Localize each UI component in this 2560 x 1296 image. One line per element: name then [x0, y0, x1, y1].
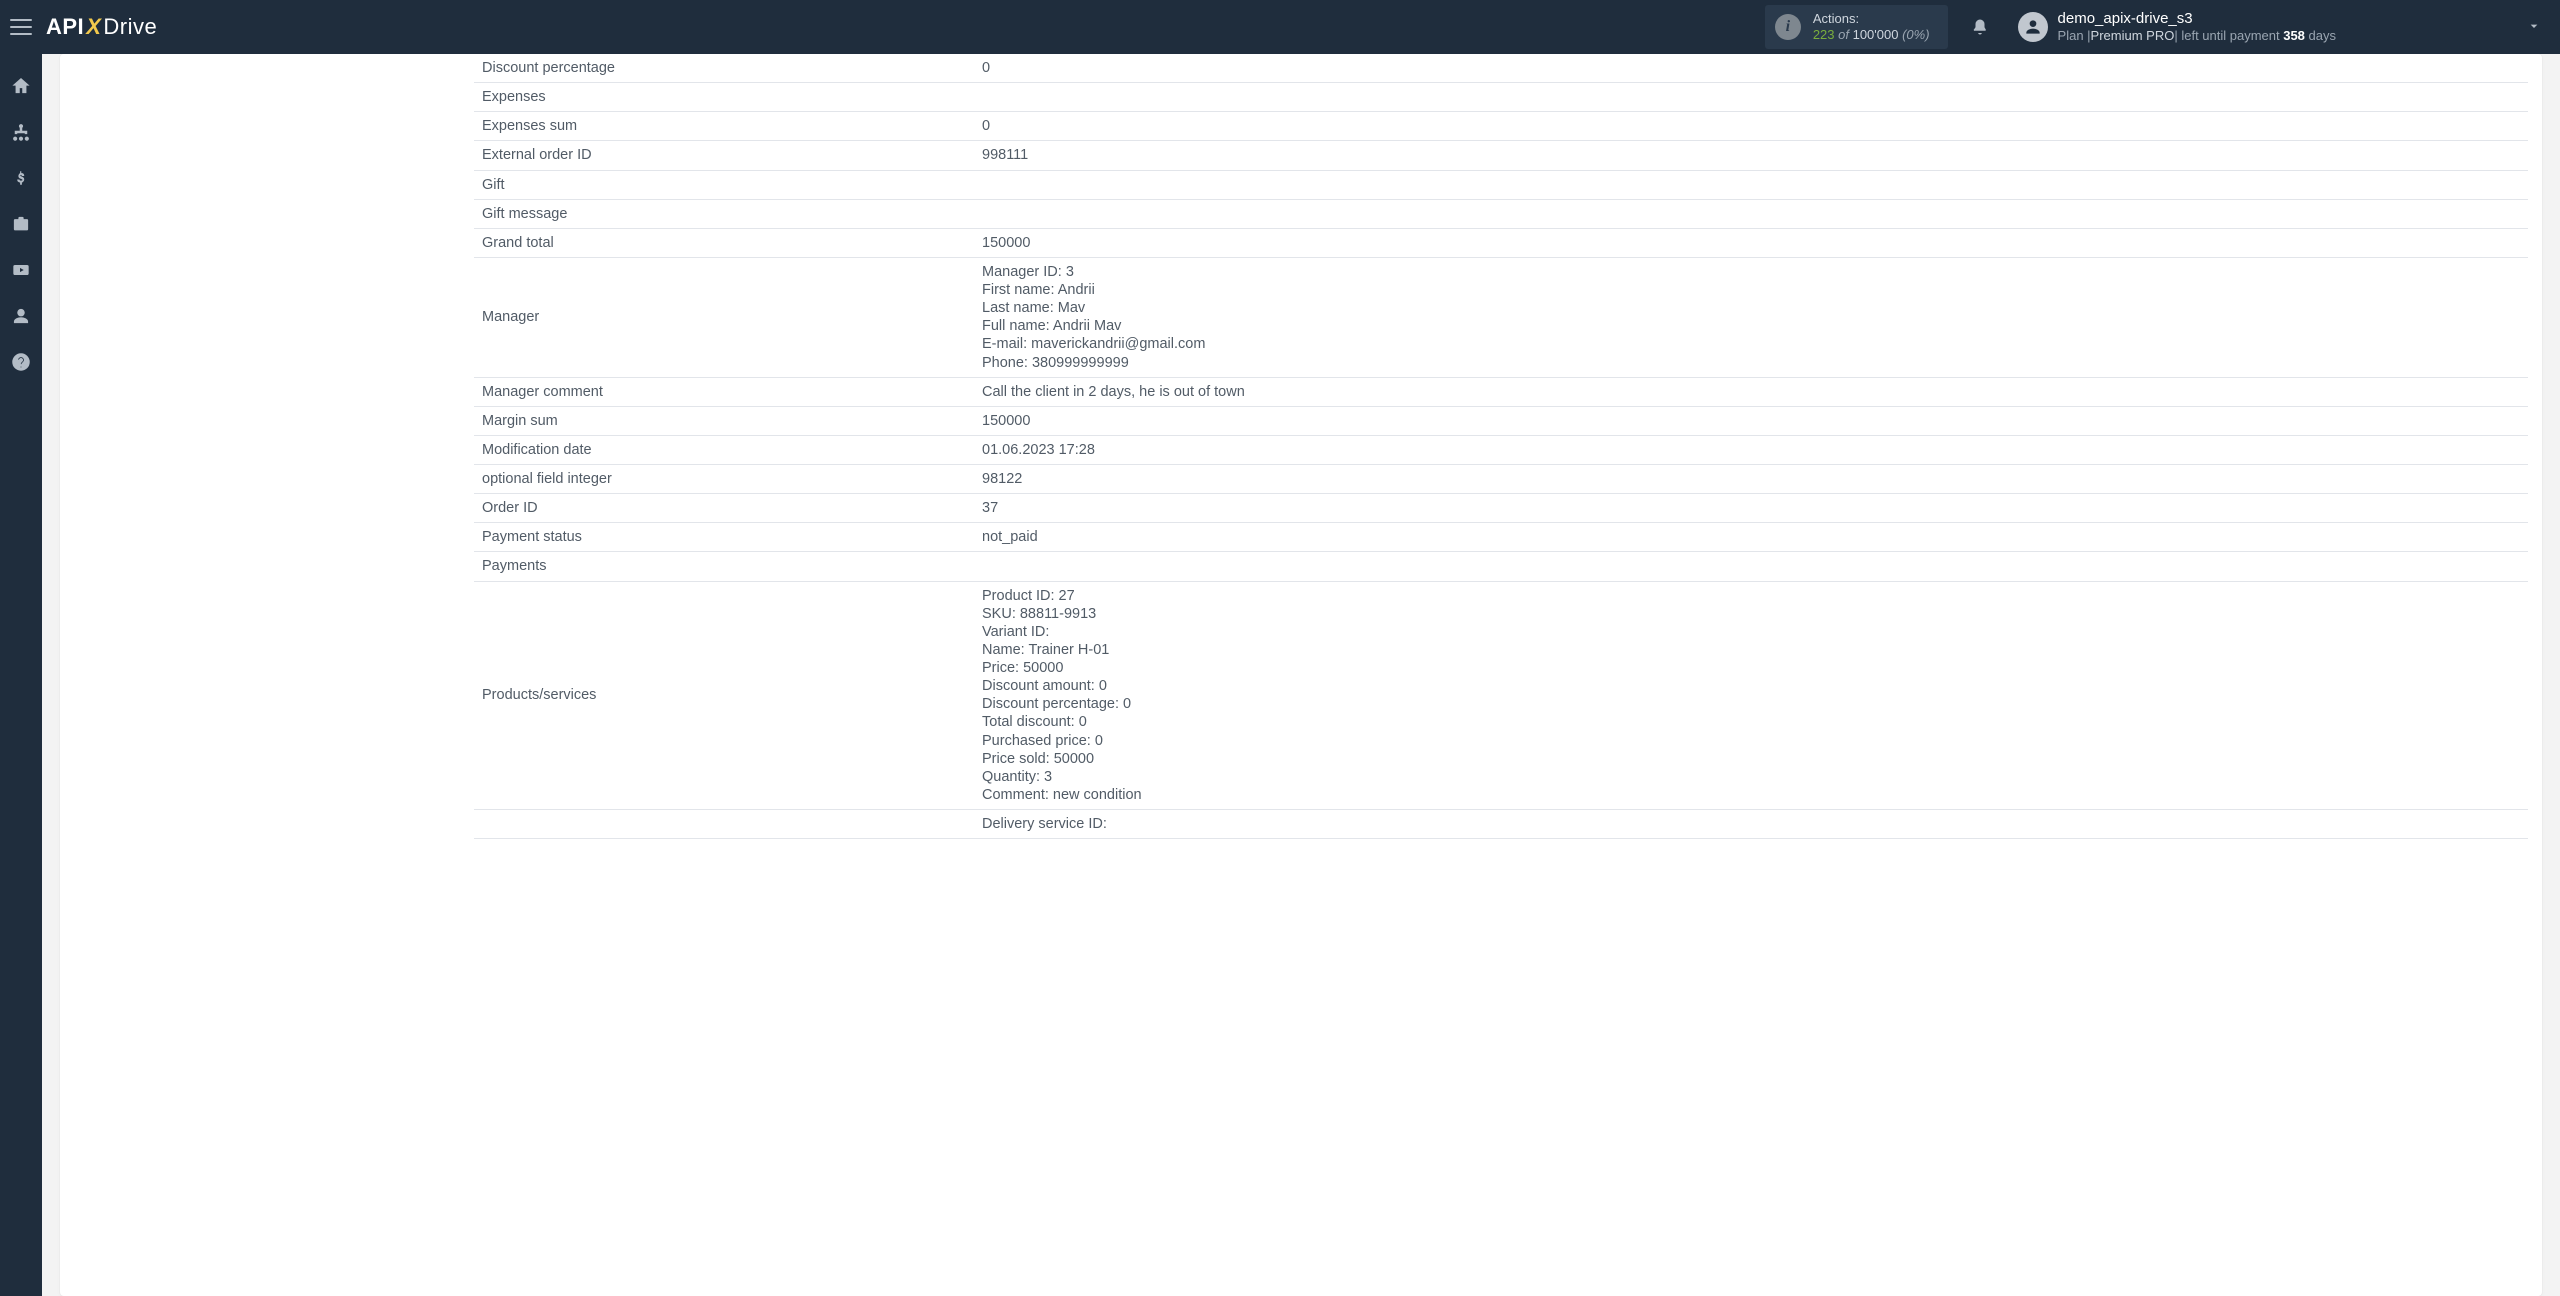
plan-sep: | left until payment: [2174, 28, 2283, 43]
plan-line: Plan |Premium PRO| left until payment 35…: [2058, 28, 2336, 44]
chevron-down-icon: [2526, 18, 2542, 37]
logo-text-x: X: [86, 14, 101, 40]
actions-count: 223: [1813, 27, 1835, 42]
row-value: [974, 83, 2528, 112]
avatar-icon: [2018, 12, 2048, 42]
row-value: [974, 199, 2528, 228]
row-label: Gift message: [474, 199, 974, 228]
row-value: Manager ID: 3 First name: Andrii Last na…: [974, 257, 2528, 377]
row-label: Expenses sum: [474, 112, 974, 141]
table-row: Margin sum150000: [474, 406, 2528, 435]
row-value: [974, 552, 2528, 581]
plan-days-suffix: days: [2305, 28, 2336, 43]
data-table: Discount percentage0ExpensesExpenses sum…: [474, 54, 2528, 839]
logo[interactable]: APIXDrive: [46, 14, 157, 40]
menu-toggle-button[interactable]: [10, 19, 32, 35]
row-value: 150000: [974, 228, 2528, 257]
row-label: Expenses: [474, 83, 974, 112]
actions-pct: (0%): [1898, 27, 1929, 42]
table-row: Products/servicesProduct ID: 27 SKU: 888…: [474, 581, 2528, 810]
table-row: Expenses sum0: [474, 112, 2528, 141]
table-row: optional field integer98122: [474, 465, 2528, 494]
panel-left-spacer: [60, 54, 460, 1296]
table-row: Expenses: [474, 83, 2528, 112]
row-value: 37: [974, 494, 2528, 523]
table-row: Payment statusnot_paid: [474, 523, 2528, 552]
row-label: Gift: [474, 170, 974, 199]
logo-text-api: API: [46, 14, 84, 40]
user-menu[interactable]: demo_apix-drive_s3 Plan |Premium PRO| le…: [2018, 10, 2542, 44]
row-label: [474, 810, 974, 839]
row-label: Manager: [474, 257, 974, 377]
table-row: Payments: [474, 552, 2528, 581]
nav-home[interactable]: [9, 74, 33, 98]
row-label: External order ID: [474, 141, 974, 170]
row-value: Product ID: 27 SKU: 88811-9913 Variant I…: [974, 581, 2528, 810]
row-value: 98122: [974, 465, 2528, 494]
row-label: Modification date: [474, 435, 974, 464]
actions-title: Actions:: [1813, 11, 1930, 27]
panel-right: Discount percentage0ExpensesExpenses sum…: [460, 54, 2542, 1296]
row-value: Delivery service ID:: [974, 810, 2528, 839]
sidebar: [0, 54, 42, 1296]
row-value: 150000: [974, 406, 2528, 435]
row-label: Discount percentage: [474, 54, 974, 83]
row-label: Grand total: [474, 228, 974, 257]
row-label: Margin sum: [474, 406, 974, 435]
plan-prefix: Plan |: [2058, 28, 2091, 43]
actions-of: of: [1835, 27, 1853, 42]
row-value: 0: [974, 112, 2528, 141]
nav-connections[interactable]: [9, 120, 33, 144]
info-icon: i: [1775, 14, 1801, 40]
username: demo_apix-drive_s3: [2058, 10, 2336, 28]
row-value: 0: [974, 54, 2528, 83]
table-row: ManagerManager ID: 3 First name: Andrii …: [474, 257, 2528, 377]
row-value: 998111: [974, 141, 2528, 170]
main-content: Discount percentage0ExpensesExpenses sum…: [42, 54, 2560, 1296]
nav-toolbox[interactable]: [9, 212, 33, 236]
row-value: 01.06.2023 17:28: [974, 435, 2528, 464]
table-row: Modification date01.06.2023 17:28: [474, 435, 2528, 464]
user-meta: demo_apix-drive_s3 Plan |Premium PRO| le…: [2058, 10, 2336, 44]
row-label: Order ID: [474, 494, 974, 523]
nav-video[interactable]: [9, 258, 33, 282]
row-label: optional field integer: [474, 465, 974, 494]
table-row: External order ID998111: [474, 141, 2528, 170]
row-label: Products/services: [474, 581, 974, 810]
nav-account[interactable]: [9, 304, 33, 328]
row-label: Manager comment: [474, 377, 974, 406]
actions-text: Actions: 223 of 100'000 (0%): [1813, 11, 1930, 44]
actions-summary[interactable]: i Actions: 223 of 100'000 (0%): [1765, 5, 1948, 50]
row-value: [974, 170, 2528, 199]
table-row: Gift: [474, 170, 2528, 199]
notifications-button[interactable]: [1970, 16, 1990, 38]
table-row: Order ID37: [474, 494, 2528, 523]
table-row: Discount percentage0: [474, 54, 2528, 83]
row-label: Payments: [474, 552, 974, 581]
nav-help[interactable]: [9, 350, 33, 374]
logo-text-drive: Drive: [103, 14, 157, 40]
row-value: Call the client in 2 days, he is out of …: [974, 377, 2528, 406]
record-panel: Discount percentage0ExpensesExpenses sum…: [60, 54, 2542, 1296]
plan-name: Premium PRO: [2091, 28, 2175, 43]
row-value: not_paid: [974, 523, 2528, 552]
table-row: Manager commentCall the client in 2 days…: [474, 377, 2528, 406]
table-row: Gift message: [474, 199, 2528, 228]
table-row: Grand total150000: [474, 228, 2528, 257]
actions-limit: 100'000: [1853, 27, 1899, 42]
app-header: APIXDrive i Actions: 223 of 100'000 (0%)…: [0, 0, 2560, 54]
nav-billing[interactable]: [9, 166, 33, 190]
table-row: Delivery service ID:: [474, 810, 2528, 839]
row-label: Payment status: [474, 523, 974, 552]
plan-days: 358: [2283, 28, 2305, 43]
